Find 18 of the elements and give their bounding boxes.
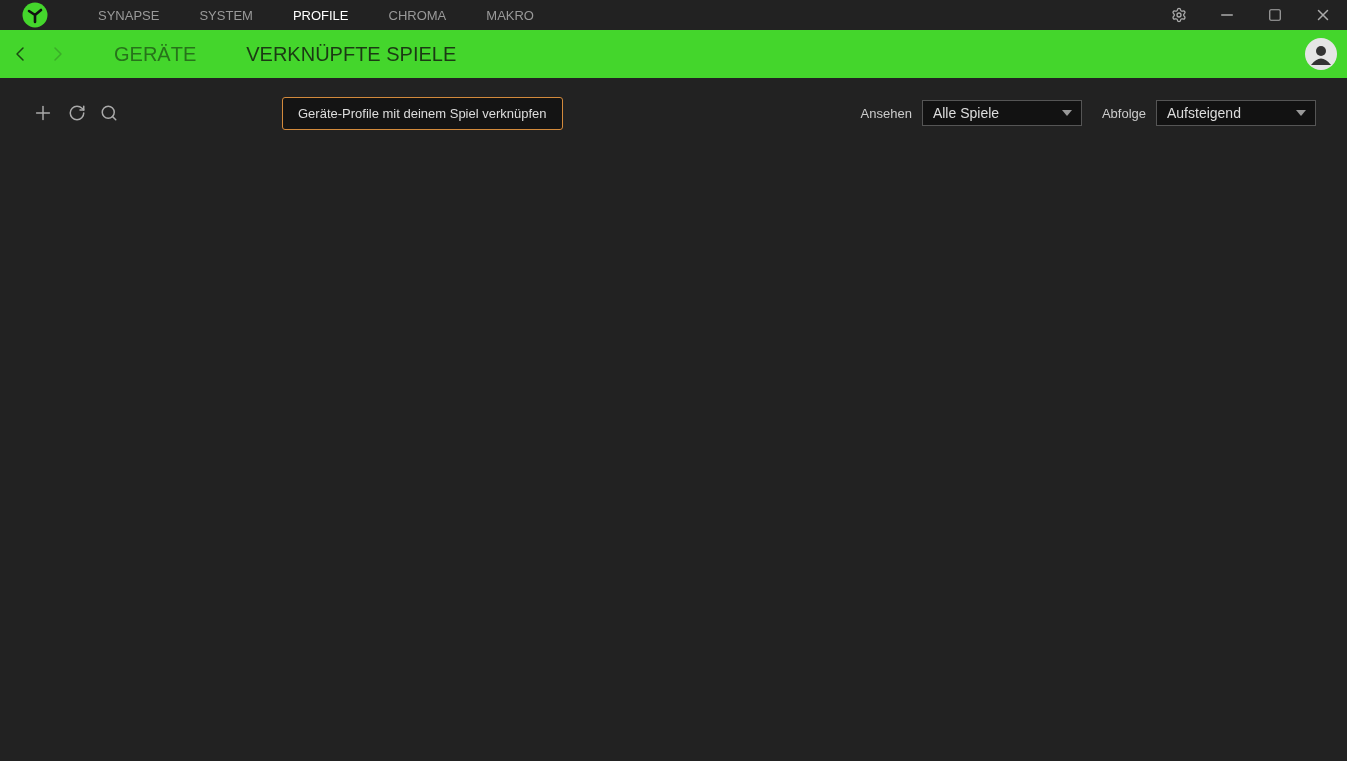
caret-icon	[1296, 110, 1306, 116]
nav-tab[interactable]: SYSTEM	[199, 3, 253, 27]
section-tab[interactable]: VERKNÜPFTE SPIELE	[246, 42, 457, 66]
search-icon[interactable]	[100, 104, 118, 122]
dropdown[interactable]: Aufsteigend	[1156, 100, 1316, 126]
filter-label: Ansehen	[860, 105, 912, 121]
nav-tab[interactable]: SYNAPSE	[98, 3, 160, 27]
avatar-icon[interactable]	[1305, 38, 1337, 70]
nav-tab[interactable]: CHROMA	[388, 3, 447, 27]
dropdown[interactable]: Alle Spiele	[921, 100, 1082, 126]
section-tab[interactable]: GERÄTE	[114, 42, 197, 66]
tooltip: Geräte-Profile mit deinem Spiel verknüpfen	[282, 96, 563, 130]
caret-icon	[1061, 110, 1072, 116]
logo-icon	[22, 2, 48, 28]
refresh-icon[interactable]	[68, 104, 86, 122]
filter-label: Abfolge	[1101, 105, 1146, 121]
nav-tab[interactable]: PROFILE	[292, 3, 349, 27]
nav-tab[interactable]: MAKRO	[486, 3, 534, 27]
